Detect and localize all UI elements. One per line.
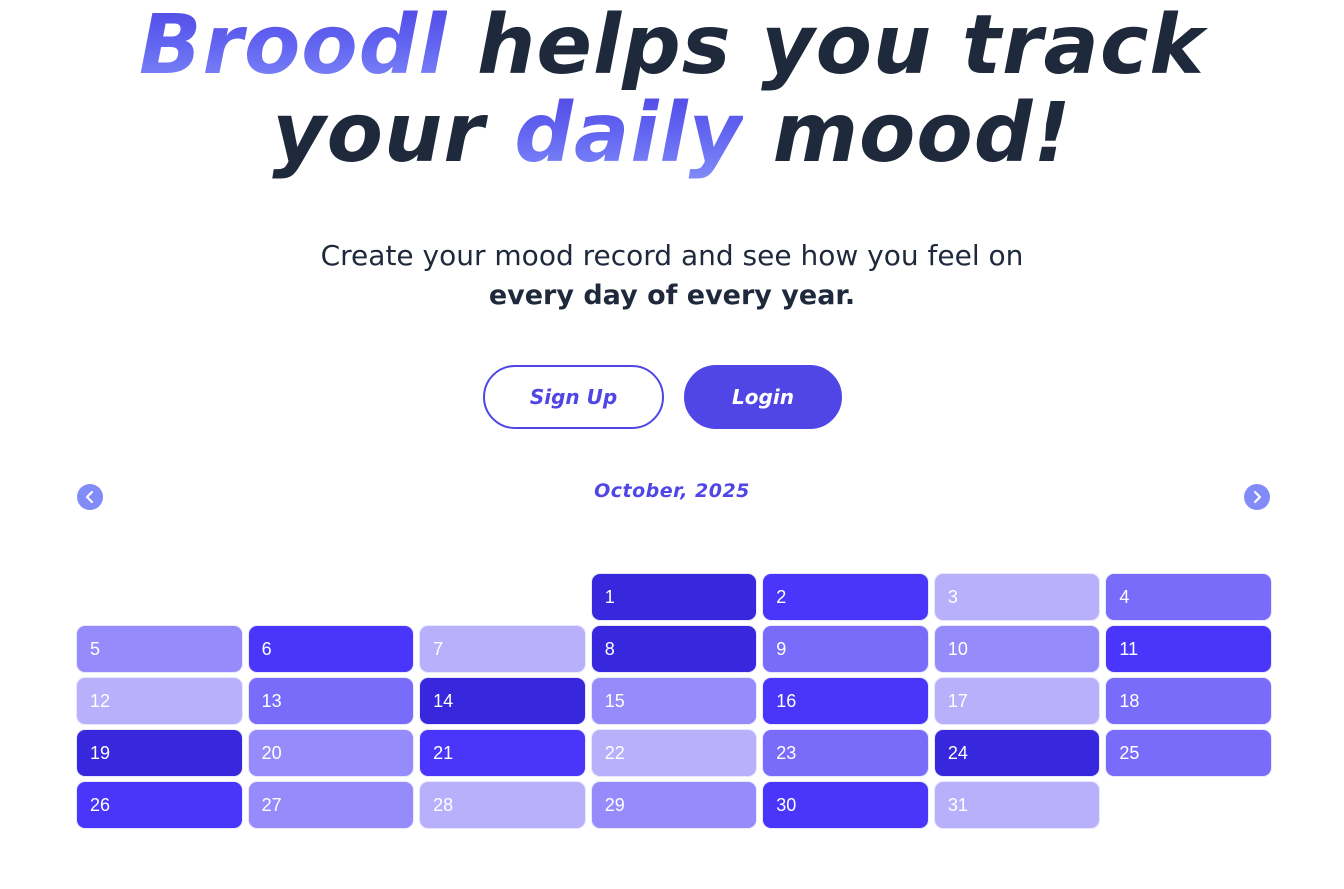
- hero-text: your: [272, 86, 515, 181]
- calendar-blank-cell: [249, 574, 414, 620]
- calendar-day-cell[interactable]: 21: [420, 730, 585, 776]
- calendar-day-cell[interactable]: 9: [763, 626, 928, 672]
- mood-calendar: 1 2 3 4 5 6 7 8 9 10 11 12 13 14 15 16 17 18 19 20 21 22 23 24 2…: [77, 574, 1271, 828]
- calendar-day-cell[interactable]: 24: [934, 730, 1100, 776]
- subtitle: Create your mood record and see how you …: [0, 236, 1344, 316]
- calendar-day-cell[interactable]: 31: [934, 782, 1100, 828]
- calendar-day-cell[interactable]: 23: [763, 730, 928, 776]
- calendar-day-cell[interactable]: 7: [420, 626, 585, 672]
- hero-line-2: your daily mood!: [0, 90, 1344, 178]
- hero-text: mood!: [743, 86, 1072, 181]
- calendar-day-cell[interactable]: 12: [77, 678, 242, 724]
- calendar-day-cell[interactable]: 16: [763, 678, 928, 724]
- calendar-day-cell[interactable]: 14: [420, 678, 585, 724]
- brand-name: Broodl: [139, 0, 448, 93]
- calendar-day-cell[interactable]: 25: [1106, 730, 1271, 776]
- calendar-day-cell[interactable]: 19: [77, 730, 242, 776]
- calendar-day-cell[interactable]: 22: [591, 730, 757, 776]
- calendar-day-cell[interactable]: 15: [591, 678, 757, 724]
- signup-button[interactable]: Sign Up: [483, 365, 664, 429]
- hero-highlight: daily: [514, 86, 744, 181]
- calendar-day-cell[interactable]: 6: [248, 626, 414, 672]
- hero-title: Broodl helps you track your daily mood!: [0, 0, 1344, 178]
- next-month-button[interactable]: [1244, 484, 1270, 510]
- subtitle-emphasis: every day of every year.: [488, 280, 856, 311]
- hero-line-1: Broodl helps you track: [0, 2, 1344, 90]
- calendar-day-cell[interactable]: 4: [1106, 574, 1271, 620]
- chevron-right-icon: [1253, 490, 1262, 504]
- calendar-day-cell[interactable]: 29: [591, 782, 757, 828]
- subtitle-line: Create your mood record and see how you …: [320, 239, 1024, 272]
- calendar-blank-cell: [420, 574, 585, 620]
- calendar-day-cell[interactable]: 27: [248, 782, 414, 828]
- login-button[interactable]: Login: [684, 365, 842, 429]
- hero-text: helps you track: [447, 0, 1205, 93]
- calendar-day-cell[interactable]: 26: [77, 782, 242, 828]
- calendar-blank-cell: [77, 574, 242, 620]
- calendar-day-cell[interactable]: 8: [591, 626, 757, 672]
- month-label: October, 2025: [594, 480, 750, 502]
- calendar-day-cell[interactable]: 28: [420, 782, 585, 828]
- calendar-day-cell[interactable]: 3: [934, 574, 1100, 620]
- calendar-day-cell[interactable]: 1: [591, 574, 757, 620]
- calendar-day-cell[interactable]: 17: [934, 678, 1100, 724]
- calendar-day-cell[interactable]: 20: [248, 730, 414, 776]
- calendar-day-cell[interactable]: 2: [763, 574, 928, 620]
- calendar-day-cell[interactable]: 10: [934, 626, 1100, 672]
- calendar-day-cell[interactable]: 13: [248, 678, 414, 724]
- calendar-day-cell[interactable]: 11: [1106, 626, 1271, 672]
- calendar-day-cell[interactable]: 30: [763, 782, 928, 828]
- calendar-day-cell[interactable]: 18: [1106, 678, 1271, 724]
- calendar-day-cell[interactable]: 5: [77, 626, 242, 672]
